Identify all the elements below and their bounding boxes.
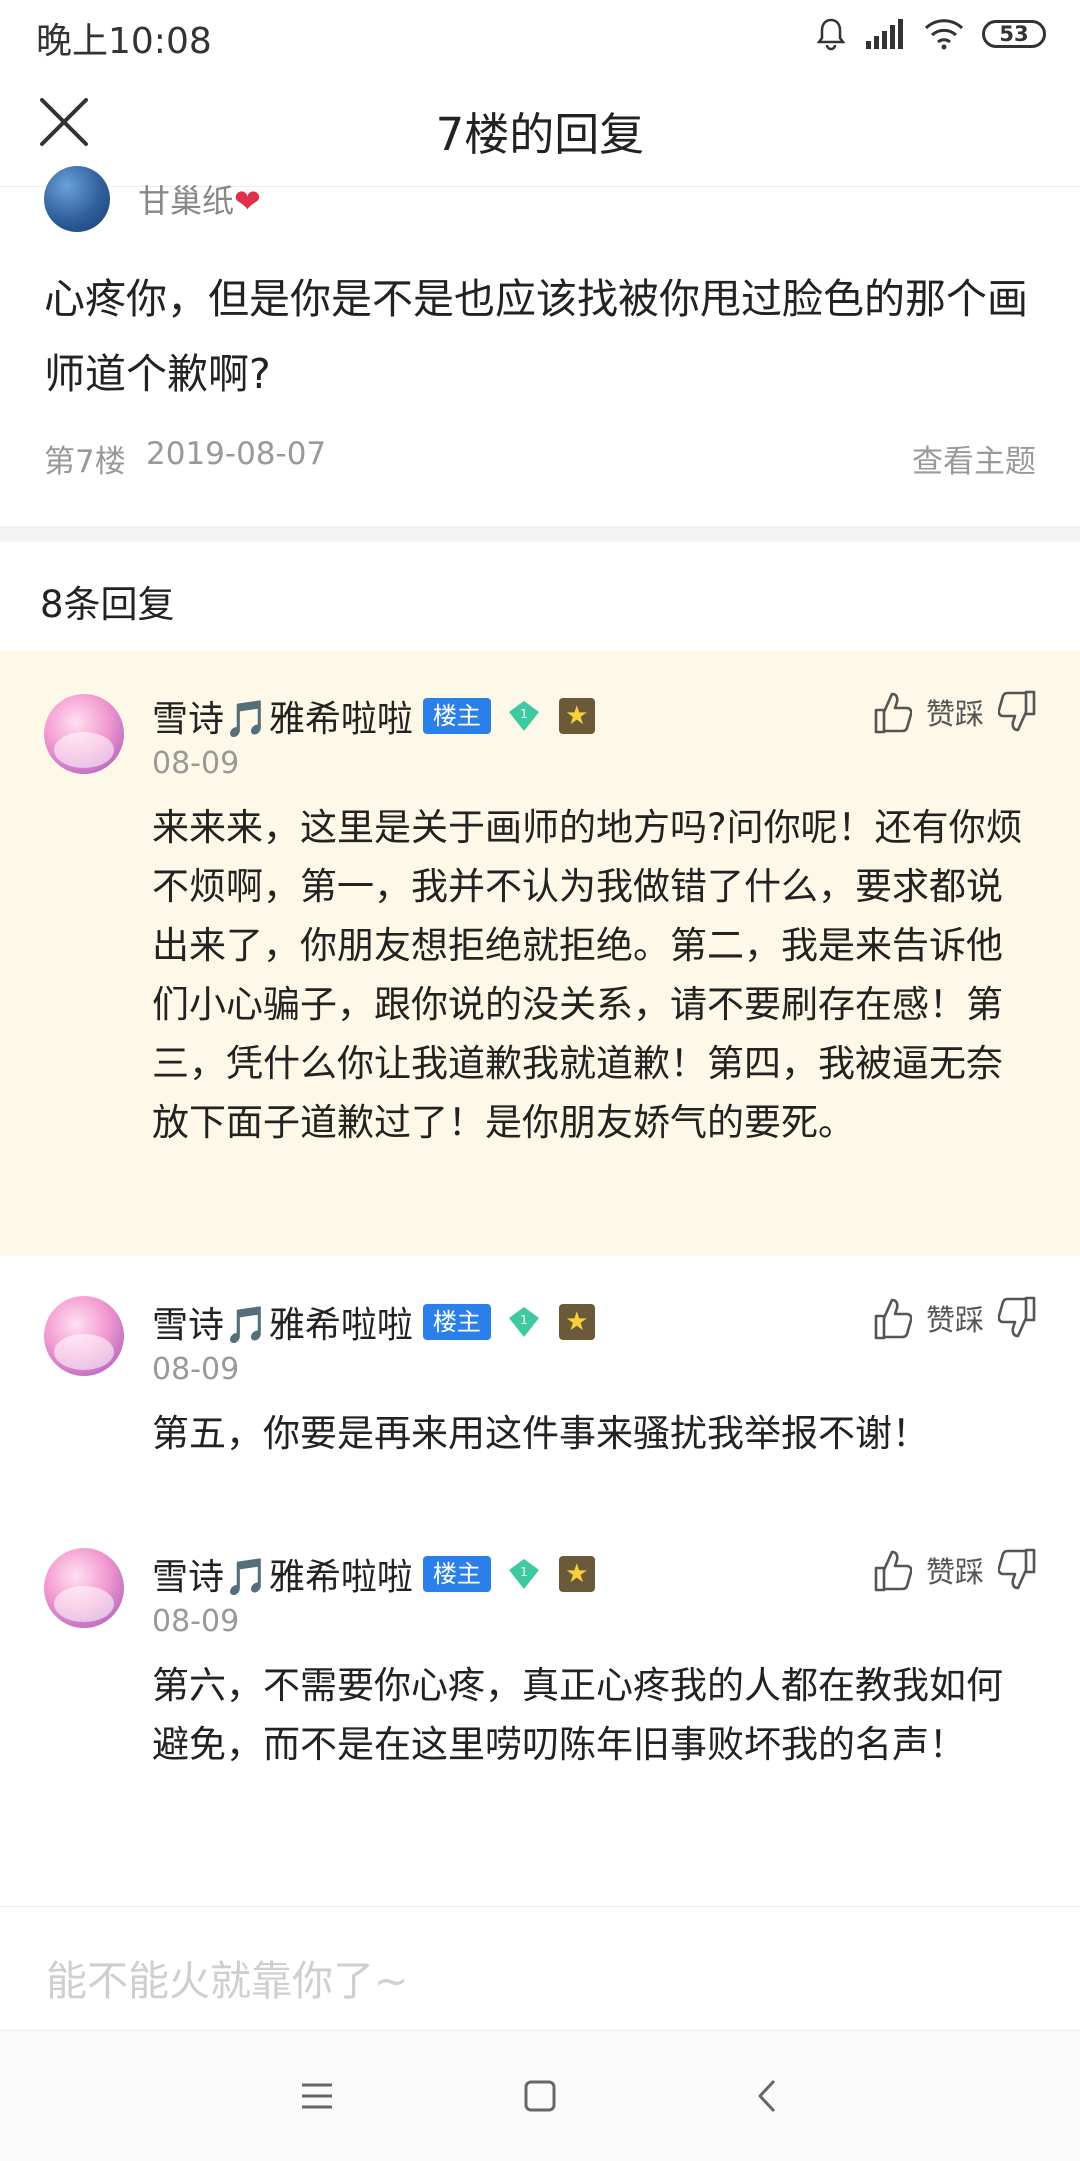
signal-icon [866,19,903,49]
reply-text: 来来来，这里是关于画师的地方吗?问你呢！还有你烦不烦啊，第一，我并不认为我做错了… [152,806,1023,1144]
thumbs-up-icon[interactable] [872,1296,912,1340]
avatar[interactable] [44,1296,124,1376]
author-name[interactable]: 甘巢纸❤ [138,176,261,222]
post-body: 心疼你，但是你是不是也应该找被你甩过脸色的那个画师道个歉啊? [44,275,1028,398]
thumbs-down-icon[interactable] [998,1296,1038,1340]
heart-icon: ❤ [234,182,261,220]
reply-author-name: 雪诗🎵雅希啦啦 [152,699,413,740]
owner-badge: 楼主 [422,698,491,734]
vote-label: 赞踩 [925,1555,984,1589]
owner-badge: 楼主 [422,1556,491,1592]
avatar[interactable] [44,694,124,774]
reply-item: 雪诗🎵雅希啦啦 楼主 1 08-09 赞踩 来来来，这里是关于画师的地方吗?问你… [0,650,1080,1256]
bell-icon [816,18,846,51]
reply-text: 第五，你要是再来用这件事来骚扰我举报不谢！ [152,1412,929,1455]
vote-actions: 赞踩 [872,1296,1038,1340]
battery-icon: 53 [982,20,1046,48]
medal-icon [558,1556,595,1592]
medal-icon [558,698,595,734]
status-time: 晚上10:08 [36,21,212,62]
wifi-icon [924,19,964,50]
level-number: 1 [520,1313,528,1327]
vote-label: 赞踩 [925,1303,984,1337]
vote-actions: 赞踩 [872,690,1038,734]
reply-author[interactable]: 雪诗🎵雅希啦啦 楼主 1 [152,690,595,742]
status-icons: 53 [816,14,1046,54]
status-bar: 晚上10:08 53 [0,0,1080,66]
menu-icon[interactable] [292,2071,342,2121]
reply-text: 第六，不需要你心疼，真正心疼我的人都在教我如何避免，而不是在这里唠叨陈年旧事败坏… [152,1664,1003,1766]
reply-author[interactable]: 雪诗🎵雅希啦啦 楼主 1 [152,1548,595,1600]
level-gem-icon: 1 [508,1307,539,1337]
owner-badge: 楼主 [422,1304,491,1340]
page-title: 7楼的回复 [435,108,645,161]
reply-date: 08-09 [152,1604,240,1639]
thumbs-up-icon[interactable] [872,690,912,734]
level-gem-icon: 1 [508,1559,539,1589]
thumbs-down-icon[interactable] [998,1548,1038,1592]
avatar[interactable] [44,1548,124,1628]
reply-input-placeholder[interactable]: 能不能火就靠你了~ [46,1947,408,2007]
post-date: 2019-08-07 [146,436,327,472]
reply-item: 雪诗🎵雅希啦啦 楼主 1 08-09 赞踩 第六，不需要你心疼，真正心疼我的人都… [0,1508,1080,1878]
level-number: 1 [520,1565,528,1579]
level-number: 1 [520,707,528,721]
medal-icon [558,1304,595,1340]
reply-item: 雪诗🎵雅希啦啦 楼主 1 08-09 赞踩 第五，你要是再来用这件事来骚扰我举报… [0,1256,1080,1486]
reply-date: 08-09 [152,746,240,781]
thumbs-down-icon[interactable] [998,690,1038,734]
reply-author-name: 雪诗🎵雅希啦啦 [152,1557,413,1598]
vote-label: 赞踩 [925,697,984,731]
author-avatar[interactable] [44,166,110,232]
reply-count: 8条回复 [40,583,175,626]
level-gem-icon: 1 [508,701,539,731]
home-icon[interactable] [515,2071,565,2121]
reply-date: 08-09 [152,1352,240,1387]
reply-author[interactable]: 雪诗🎵雅希啦啦 楼主 1 [152,1296,595,1348]
post-floor: 第7楼 [44,444,126,480]
section-divider [0,526,1080,542]
system-nav-bar [0,2030,1080,2161]
reply-author-name: 雪诗🎵雅希啦啦 [152,1305,413,1346]
author-name-text: 甘巢纸 [138,182,235,220]
back-icon[interactable] [742,2071,792,2121]
view-topic-link[interactable]: 查看主题 [912,436,1036,481]
thumbs-up-icon[interactable] [872,1548,912,1592]
reply-input-bar[interactable]: 能不能火就靠你了~ [0,1906,1080,2031]
header: 7楼的回复 [0,66,1080,187]
vote-actions: 赞踩 [872,1548,1038,1592]
